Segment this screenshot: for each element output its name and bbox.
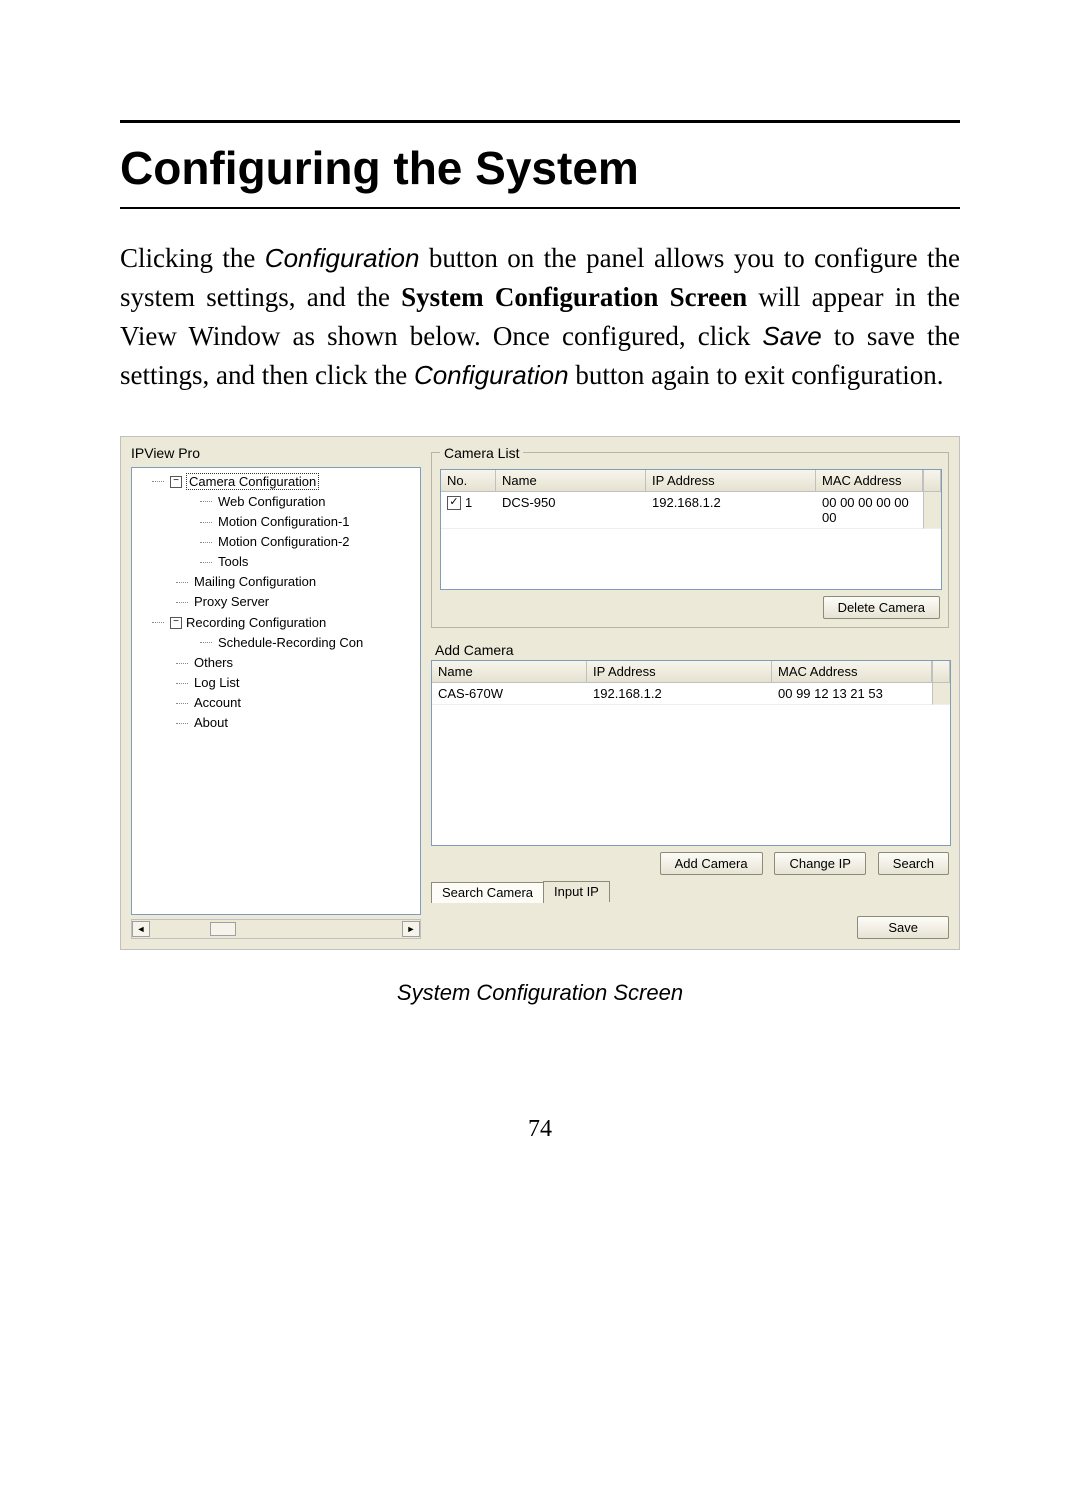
page-number: 74 <box>120 1116 960 1143</box>
tree-label: Recording Configuration <box>186 615 326 630</box>
add-camera-button[interactable]: Add Camera <box>660 852 763 875</box>
rule-under-title <box>120 207 960 209</box>
tree-item-camera-config[interactable]: −Camera Configuration <box>152 472 416 492</box>
add-camera-grid[interactable]: Name IP Address MAC Address CAS-670W 192… <box>431 660 951 846</box>
delete-camera-button[interactable]: Delete Camera <box>823 596 940 619</box>
cell-name: DCS-950 <box>496 492 646 529</box>
scroll-thumb[interactable] <box>210 922 236 936</box>
add-camera-legend: Add Camera <box>435 642 949 658</box>
tree-label: Schedule-Recording Con <box>218 635 363 650</box>
col-mac[interactable]: MAC Address <box>816 470 923 492</box>
tree-label: Others <box>194 655 233 670</box>
table-row[interactable]: CAS-670W 192.168.1.2 00 99 12 13 21 53 <box>432 683 950 705</box>
text-italic: Configuration <box>265 243 420 273</box>
cell-ip: 192.168.1.2 <box>646 492 816 529</box>
text: button again to exit configuration. <box>569 360 944 390</box>
intro-paragraph: Clicking the Configuration button on the… <box>120 239 960 396</box>
checkbox-icon[interactable]: ✓ <box>447 496 461 510</box>
cell-mac: 00 00 00 00 00 00 <box>816 492 923 529</box>
col-name[interactable]: Name <box>432 661 587 683</box>
tree-item-schedule[interactable]: Schedule-Recording Con <box>200 633 416 653</box>
tree-label: Motion Configuration-1 <box>218 514 350 529</box>
text: Clicking the <box>120 243 265 273</box>
col-ip[interactable]: IP Address <box>587 661 772 683</box>
change-ip-button[interactable]: Change IP <box>774 852 865 875</box>
cell-no: ✓1 <box>441 492 496 529</box>
grid-header: Name IP Address MAC Address <box>432 661 950 683</box>
camera-list-grid[interactable]: No. Name IP Address MAC Address ✓1 DCS-9… <box>440 469 942 590</box>
scroll-left-icon[interactable]: ◄ <box>132 921 150 937</box>
cell-ip: 192.168.1.2 <box>587 683 772 705</box>
tree-label: Web Configuration <box>218 494 325 509</box>
empty-rows <box>432 705 950 845</box>
col-scroll <box>932 661 950 683</box>
col-mac[interactable]: MAC Address <box>772 661 932 683</box>
tree-item-recording[interactable]: −Recording Configuration <box>152 613 416 633</box>
col-ip[interactable]: IP Address <box>646 470 816 492</box>
tree-label: Proxy Server <box>194 594 269 609</box>
col-no[interactable]: No. <box>441 470 496 492</box>
tree-item-tools[interactable]: Tools <box>200 552 416 572</box>
collapse-icon[interactable]: − <box>170 617 182 629</box>
col-name[interactable]: Name <box>496 470 646 492</box>
search-button[interactable]: Search <box>878 852 949 875</box>
tree-label: Tools <box>218 554 248 569</box>
add-camera-tabs: Search Camera Input IP <box>431 881 949 902</box>
empty-rows <box>441 529 941 589</box>
left-pane: IPView Pro −Camera Configuration Web Con… <box>131 445 421 939</box>
grid-header: No. Name IP Address MAC Address <box>441 470 941 492</box>
scroll-track[interactable] <box>150 922 402 936</box>
text-italic: Save <box>762 321 821 351</box>
tree-item-loglist[interactable]: Log List <box>176 673 416 693</box>
cell-mac: 00 99 12 13 21 53 <box>772 683 932 705</box>
camera-list-legend: Camera List <box>440 445 523 461</box>
tab-input-ip[interactable]: Input IP <box>543 881 610 902</box>
tree-item-motion1[interactable]: Motion Configuration-1 <box>200 512 416 532</box>
tree-item-web-config[interactable]: Web Configuration <box>200 492 416 512</box>
cell-scroll <box>923 492 941 529</box>
app-title: IPView Pro <box>131 445 421 461</box>
tree-label: Camera Configuration <box>186 473 319 490</box>
cell-name: CAS-670W <box>432 683 587 705</box>
horizontal-scrollbar[interactable]: ◄ ► <box>131 919 421 939</box>
tab-search-camera[interactable]: Search Camera <box>431 882 544 903</box>
save-button[interactable]: Save <box>857 916 949 939</box>
tree-item-motion2[interactable]: Motion Configuration-2 <box>200 532 416 552</box>
tree-item-others[interactable]: Others <box>176 653 416 673</box>
table-row[interactable]: ✓1 DCS-950 192.168.1.2 00 00 00 00 00 00 <box>441 492 941 529</box>
col-scroll <box>923 470 941 492</box>
tree-item-mailing[interactable]: Mailing Configuration <box>176 572 416 592</box>
tree-item-account[interactable]: Account <box>176 693 416 713</box>
tree-item-proxy[interactable]: Proxy Server <box>176 592 416 612</box>
tree-label: About <box>194 715 228 730</box>
row-no: 1 <box>465 495 472 510</box>
tree-label: Motion Configuration-2 <box>218 534 350 549</box>
page-title: Configuring the System <box>120 141 960 195</box>
figure-caption: System Configuration Screen <box>120 980 960 1006</box>
cell-scroll <box>932 683 950 705</box>
screenshot-panel: IPView Pro −Camera Configuration Web Con… <box>120 436 960 950</box>
right-pane: Camera List No. Name IP Address MAC Addr… <box>431 445 949 939</box>
tree-label: Mailing Configuration <box>194 574 316 589</box>
text-bold: System Configuration Screen <box>401 282 747 312</box>
collapse-icon[interactable]: − <box>170 476 182 488</box>
tree-label: Log List <box>194 675 240 690</box>
tree-label: Account <box>194 695 241 710</box>
camera-list-group: Camera List No. Name IP Address MAC Addr… <box>431 445 949 628</box>
scroll-right-icon[interactable]: ► <box>402 921 420 937</box>
rule-top <box>120 120 960 123</box>
nav-tree[interactable]: −Camera Configuration Web Configuration … <box>131 467 421 915</box>
tree-item-about[interactable]: About <box>176 713 416 733</box>
text-italic: Configuration <box>414 360 569 390</box>
